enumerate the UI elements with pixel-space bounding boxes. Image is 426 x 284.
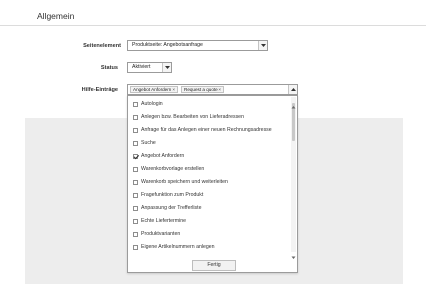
tag-label: Request a quote <box>184 87 218 92</box>
checkbox[interactable] <box>133 115 138 120</box>
checkbox[interactable] <box>133 167 138 172</box>
help-entries-dropdown: Autologin Anlegen bzw. Bearbeiten von Li… <box>127 95 298 273</box>
checkbox-checked[interactable] <box>133 154 138 159</box>
remove-tag-icon[interactable]: × <box>218 87 221 92</box>
page-element-value: Produktseite: Angebotsanfrage <box>132 42 203 48</box>
tag-label: Angebot Anfordern <box>133 87 172 92</box>
help-entries-multiselect[interactable]: Angebot Anfordern × Request a quote × <box>127 84 298 95</box>
section-title: Allgemein <box>37 11 75 21</box>
checkbox[interactable] <box>133 193 138 198</box>
status-label: Status <box>100 65 118 71</box>
checkbox[interactable] <box>133 206 138 211</box>
remove-tag-icon[interactable]: × <box>172 87 175 92</box>
help-entries-label: Hilfe-Einträge <box>81 87 118 93</box>
done-button[interactable]: Fertig <box>192 260 236 271</box>
section-header: Allgemein <box>0 0 426 26</box>
scroll-down-icon[interactable] <box>291 247 296 259</box>
checkbox[interactable] <box>133 102 138 107</box>
chevron-up-icon[interactable] <box>288 85 297 94</box>
page-element-label: Seitenelement <box>83 43 121 49</box>
checkbox[interactable] <box>133 245 138 250</box>
checkbox[interactable] <box>133 219 138 224</box>
chevron-down-icon[interactable] <box>162 63 171 72</box>
scrollbar[interactable] <box>291 97 296 252</box>
selected-tag[interactable]: Request a quote × <box>181 86 224 93</box>
checkbox[interactable] <box>133 141 138 146</box>
checkbox[interactable] <box>133 180 138 185</box>
status-select[interactable]: Aktiviert <box>127 62 172 73</box>
page-element-select[interactable]: Produktseite: Angebotsanfrage <box>127 40 268 51</box>
chevron-down-icon[interactable] <box>258 41 267 50</box>
scroll-up-icon[interactable] <box>291 97 296 109</box>
selected-tag[interactable]: Angebot Anfordern × <box>130 86 178 93</box>
checkbox[interactable] <box>133 232 138 237</box>
status-value: Aktiviert <box>132 64 151 70</box>
checkbox[interactable] <box>133 128 138 133</box>
